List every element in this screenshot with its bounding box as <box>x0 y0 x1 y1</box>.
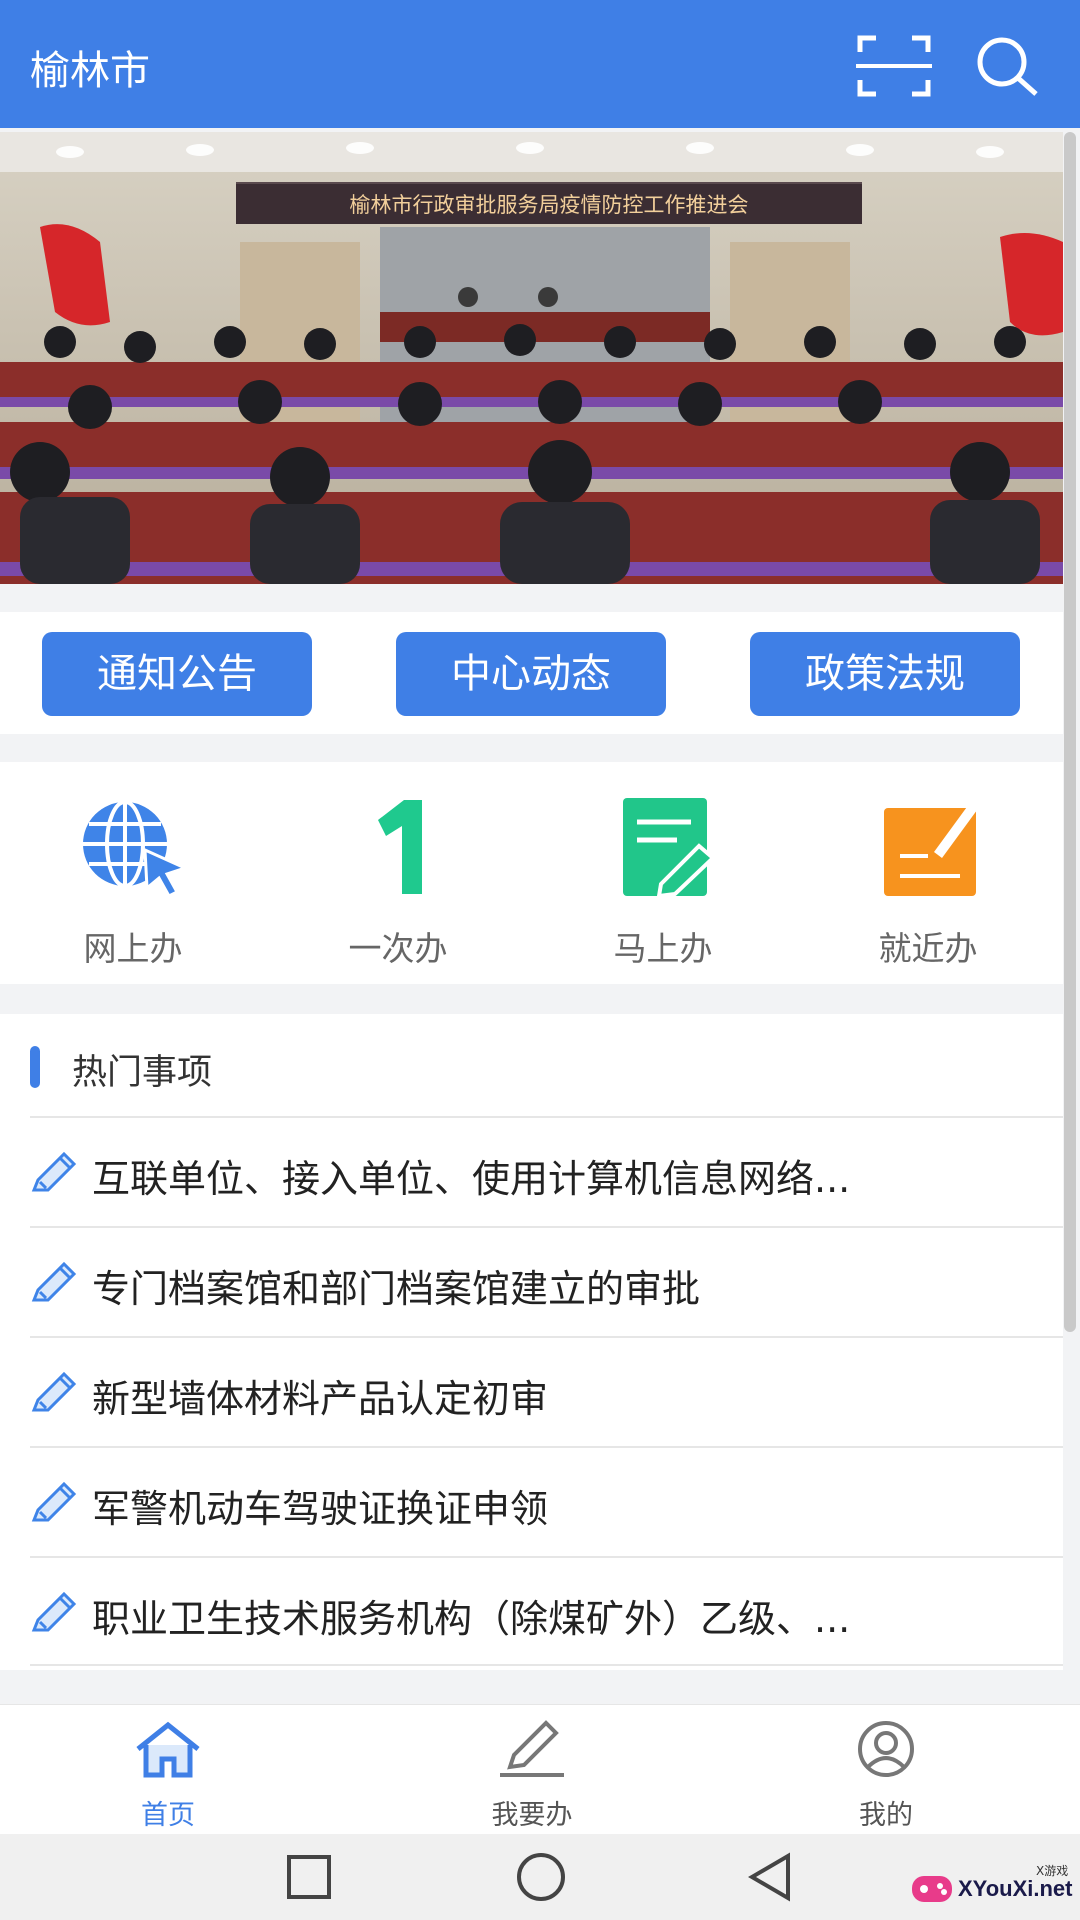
pencil-icon <box>31 1481 77 1522</box>
service-grid: 网上办 一次办 马上办 就近办 <box>0 762 1063 984</box>
list-item-text: 专门档案馆和部门档案馆建立的审批 <box>92 1267 701 1311</box>
service-immediate[interactable]: 马上办 <box>563 792 763 970</box>
watermark-logo: XYouXi.net X游戏 <box>910 1862 1073 1912</box>
page-title: 榆林市 <box>30 48 150 94</box>
tab-label: 首页 <box>141 1800 195 1831</box>
list-item[interactable]: 职业卫生技术服务机构（除煤矿外）乙级、... <box>30 1556 1063 1666</box>
pencil-icon <box>31 1591 77 1632</box>
service-label: 马上办 <box>613 929 713 968</box>
center-news-button[interactable]: 中心动态 <box>396 632 666 716</box>
user-icon <box>858 1721 914 1777</box>
app-header: 榆林市 <box>0 0 1080 128</box>
list-item-text: 职业卫生技术服务机构（除煤矿外）乙级、... <box>92 1597 851 1641</box>
notice-button[interactable]: 通知公告 <box>42 632 312 716</box>
search-icon[interactable] <box>972 34 1042 98</box>
list-item-text: 军警机动车驾驶证换证申领 <box>92 1487 549 1531</box>
service-label: 一次办 <box>348 929 448 968</box>
service-label: 网上办 <box>83 929 183 968</box>
watermark-text: XYouXi.net <box>958 1876 1073 1901</box>
list-item[interactable]: 新型墙体材料产品认定初审 <box>30 1336 1063 1446</box>
service-label: 就近办 <box>878 929 978 968</box>
hot-items-section: 热门事项 互联单位、接入单位、使用计算机信息网络... 专门档案馆和部门档案馆建… <box>0 1014 1063 1670</box>
document-edit-icon <box>623 798 716 899</box>
home-circle-icon[interactable] <box>514 1852 568 1902</box>
service-nearby[interactable]: 就近办 <box>828 792 1028 970</box>
section-accent-bar <box>30 1046 40 1088</box>
pencil-icon <box>31 1151 77 1192</box>
watermark-small-text: X游戏 <box>1036 1864 1069 1878</box>
globe-cursor-icon <box>83 800 190 898</box>
section-header: 热门事项 <box>0 1014 1063 1118</box>
service-once[interactable]: 一次办 <box>298 792 498 970</box>
tab-label: 我要办 <box>491 1800 573 1831</box>
list-item[interactable]: 军警机动车驾驶证换证申领 <box>30 1446 1063 1556</box>
pencil-icon <box>500 1720 564 1777</box>
banner-sign-text: 榆林市行政审批服务局疫情防控工作推进会 <box>236 182 862 224</box>
back-icon[interactable] <box>744 1852 798 1902</box>
tab-label: 我的 <box>859 1800 913 1831</box>
banner-carousel[interactable]: 榆林市行政审批服务局疫情防控工作推进会 <box>0 132 1063 584</box>
recent-apps-icon[interactable] <box>282 1852 336 1902</box>
service-online[interactable]: 网上办 <box>33 792 233 970</box>
list-item-text: 互联单位、接入单位、使用计算机信息网络... <box>92 1157 851 1201</box>
tab-home[interactable]: 首页 <box>78 1719 258 1832</box>
gamepad-icon <box>912 1876 952 1902</box>
pencil-icon <box>31 1371 77 1412</box>
section-title: 热门事项 <box>72 1053 213 1093</box>
policy-button[interactable]: 政策法规 <box>750 632 1020 716</box>
list-item-text: 新型墙体材料产品认定初审 <box>92 1377 549 1421</box>
home-icon <box>136 1721 200 1778</box>
scrollbar[interactable] <box>1064 132 1076 1332</box>
number-one-icon <box>378 800 422 894</box>
pencil-icon <box>31 1261 77 1302</box>
note-pen-icon <box>884 800 980 896</box>
list-item[interactable]: 互联单位、接入单位、使用计算机信息网络... <box>30 1116 1063 1226</box>
tab-todo[interactable]: 我要办 <box>442 1719 622 1832</box>
list-item[interactable]: 专门档案馆和部门档案馆建立的审批 <box>30 1226 1063 1336</box>
bottom-tab-bar: 首页 我要办 我的 <box>0 1704 1080 1834</box>
tab-mine[interactable]: 我的 <box>796 1719 976 1832</box>
quick-links: 通知公告 中心动态 政策法规 <box>0 612 1063 734</box>
scan-icon[interactable] <box>856 34 932 98</box>
